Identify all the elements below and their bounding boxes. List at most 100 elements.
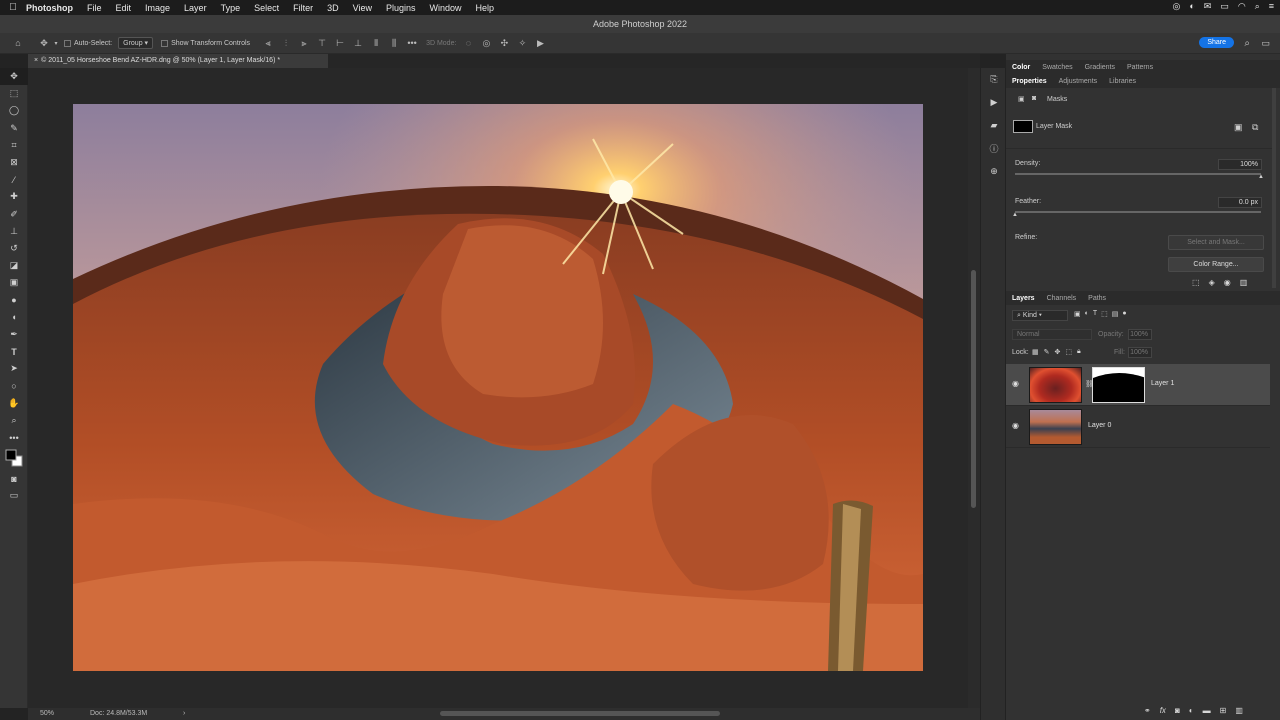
properties-scrollbar[interactable] (1272, 88, 1276, 288)
chevron-right-icon[interactable]: › (183, 708, 185, 720)
align-center-icon[interactable]: ⫶ (278, 38, 294, 49)
type-filter-icon[interactable]: T (1093, 310, 1097, 318)
feather-value[interactable]: 0.0 px (1218, 197, 1262, 208)
menu-item-filter[interactable]: Filter (293, 3, 313, 13)
distribute-v-icon[interactable]: ⫼ (386, 38, 402, 49)
menu-item-3d[interactable]: 3D (327, 3, 339, 13)
filter-toggle-icon[interactable]: ● (1122, 310, 1126, 318)
menu-item-help[interactable]: Help (476, 3, 495, 13)
clone-stamp-tool-icon[interactable]: ⊥ (0, 223, 28, 240)
layer-row-layer-1[interactable]: ◉ ⛓ Layer 1 (1006, 364, 1270, 406)
apply-mask-icon[interactable]: ◈ (1209, 278, 1215, 287)
menu-item-edit[interactable]: Edit (116, 3, 132, 13)
close-icon[interactable]: × (34, 57, 38, 64)
3d-slide-icon[interactable]: ✧ (514, 38, 530, 49)
eye-icon[interactable]: ◉ (1012, 379, 1019, 388)
workspace-icon[interactable]: ▭ (1261, 38, 1270, 49)
adjustment-layer-icon[interactable]: ◐ (1189, 706, 1194, 715)
control-center-icon[interactable]: ≡ (1269, 1, 1274, 12)
show-transform-checkbox[interactable] (161, 39, 169, 47)
mask-icon[interactable]: ▣ (1234, 122, 1243, 133)
auto-select-dropdown[interactable]: Group ▾ (118, 37, 154, 49)
screen-mode-icon[interactable]: ▭ (0, 487, 28, 504)
more-tools-icon[interactable]: ••• (0, 429, 28, 446)
move-tool-icon[interactable]: ✥ (36, 38, 52, 49)
history-icon[interactable]: ⎘ (981, 68, 1007, 91)
history-brush-tool-icon[interactable]: ↺ (0, 240, 28, 257)
3d-roll-icon[interactable]: ◎ (478, 38, 494, 49)
menu-item-photoshop[interactable]: Photoshop (26, 3, 73, 13)
vector-mask-icon[interactable]: ◙ (1032, 95, 1036, 102)
tab-patterns[interactable]: Patterns (1127, 64, 1153, 71)
hand-tool-icon[interactable]: ✋ (0, 395, 28, 412)
layer-filter-dropdown[interactable]: ⌕ Kind ▾ (1012, 310, 1068, 321)
search-icon[interactable]: ⌕ (1244, 38, 1250, 49)
lasso-tool-icon[interactable]: ◯ (0, 102, 28, 119)
battery-icon[interactable]: ▭ (1220, 1, 1229, 12)
document-tab[interactable]: × © 2011_05 Horseshoe Bend AZ-HDR.dng @ 5… (28, 54, 328, 68)
eyedropper-tool-icon[interactable]: ⁄ (0, 171, 28, 188)
opacity-value[interactable]: 100% (1128, 329, 1152, 340)
select-and-mask-button[interactable]: Select and Mask... (1168, 235, 1264, 250)
gradient-tool-icon[interactable]: ▣ (0, 274, 28, 291)
menu-item-window[interactable]: Window (430, 3, 462, 13)
brush-tool-icon[interactable]: ✐ (0, 206, 28, 223)
shape-tool-icon[interactable]: ○ (0, 377, 28, 394)
lock-all-icon[interactable]: 🔒︎ (1077, 348, 1081, 356)
mail-icon[interactable]: ✉ (1204, 1, 1212, 12)
menu-item-view[interactable]: View (353, 3, 372, 13)
eraser-tool-icon[interactable]: ◪ (0, 257, 28, 274)
tab-gradients[interactable]: Gradients (1085, 64, 1115, 71)
new-group-icon[interactable]: ▬ (1203, 706, 1211, 715)
path-select-tool-icon[interactable]: ➤ (0, 360, 28, 377)
density-slider-handle[interactable]: ▲ (1258, 174, 1264, 180)
3d-pan-icon[interactable]: ✣ (496, 38, 512, 49)
auto-select-checkbox[interactable] (64, 39, 71, 47)
lock-transparent-icon[interactable]: ▦ (1032, 348, 1039, 356)
tab-swatches[interactable]: Swatches (1042, 64, 1072, 71)
quick-mask-icon[interactable]: ◙ (0, 470, 28, 487)
align-top-icon[interactable]: ⊤ (314, 38, 330, 49)
character-icon[interactable]: ⊕ (981, 160, 1007, 183)
spotlight-icon[interactable]: ⌕ (1255, 1, 1260, 12)
apple-icon[interactable]:  (0, 2, 26, 13)
color-range-button[interactable]: Color Range... (1168, 257, 1264, 272)
zoom-level[interactable]: 50% (40, 708, 54, 720)
blend-mode-dropdown[interactable]: Normal (1012, 329, 1092, 340)
menu-item-image[interactable]: Image (145, 3, 170, 13)
density-slider[interactable] (1015, 173, 1261, 175)
vertical-scroll-thumb[interactable] (971, 270, 976, 508)
tab-libraries[interactable]: Libraries (1109, 78, 1136, 85)
layer-style-icon[interactable]: fx (1160, 706, 1166, 715)
fill-value[interactable]: 100% (1128, 347, 1152, 358)
layer-mask-thumb[interactable] (1092, 367, 1145, 403)
load-selection-icon[interactable]: ⬚ (1192, 278, 1200, 287)
lock-image-icon[interactable]: ✎ (1044, 348, 1050, 356)
menu-item-plugins[interactable]: Plugins (386, 3, 416, 13)
tab-paths[interactable]: Paths (1088, 295, 1106, 302)
menu-item-select[interactable]: Select (254, 3, 279, 13)
lock-artboard-icon[interactable]: ⬚ (1065, 348, 1072, 356)
align-left-icon[interactable]: ⫷ (260, 38, 276, 49)
status-icon[interactable]: ◐ (1189, 1, 1194, 12)
comments-icon[interactable]: ▰ (981, 114, 1007, 137)
dodge-tool-icon[interactable]: ◖ (0, 309, 28, 326)
3d-orbit-icon[interactable]: ◌ (460, 38, 476, 49)
lock-position-icon[interactable]: ✥ (1055, 348, 1061, 356)
feather-slider-handle[interactable]: ▲ (1012, 212, 1018, 218)
menu-item-layer[interactable]: Layer (184, 3, 207, 13)
frame-tool-icon[interactable]: ⊠ (0, 154, 28, 171)
distribute-icon[interactable]: ⦀ (368, 38, 384, 49)
tab-color[interactable]: Color (1012, 64, 1030, 71)
delete-layer-icon[interactable]: ▥ (1235, 706, 1243, 715)
vector-mask-add-icon[interactable]: ⧉ (1252, 122, 1258, 133)
menu-item-type[interactable]: Type (221, 3, 241, 13)
pixel-filter-icon[interactable]: ▣ (1074, 310, 1081, 318)
move-tool-icon[interactable]: ✥ (0, 68, 28, 86)
align-bottom-icon[interactable]: ⊥ (350, 38, 366, 49)
share-button[interactable]: Share (1199, 37, 1234, 48)
feather-slider[interactable] (1015, 211, 1261, 213)
home-icon[interactable]: ⌂ (0, 38, 36, 48)
tab-channels[interactable]: Channels (1047, 295, 1077, 302)
3d-camera-icon[interactable]: ▶ (532, 38, 548, 49)
